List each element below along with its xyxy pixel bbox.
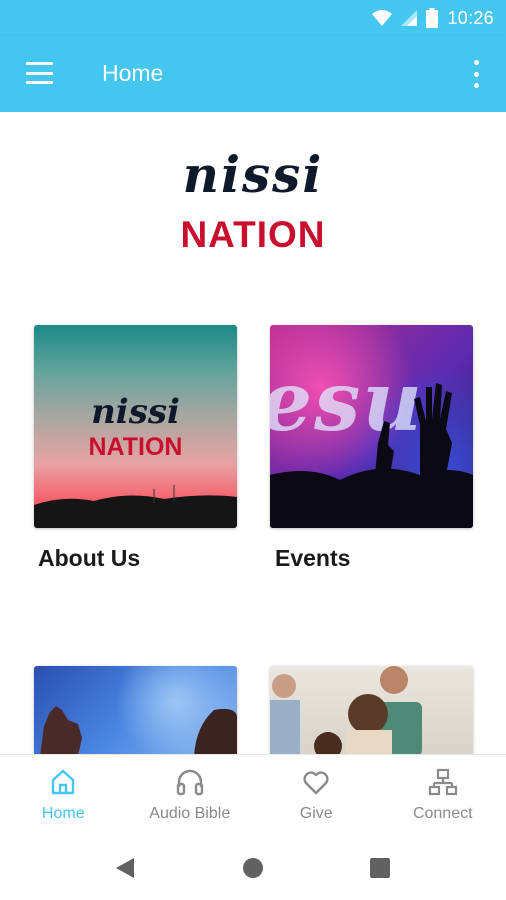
header-logo: nissi NATION xyxy=(0,112,506,298)
about-us-label[interactable]: About Us xyxy=(38,545,140,572)
system-navigation-bar xyxy=(0,836,506,900)
group-tile[interactable] xyxy=(270,666,473,756)
nav-home-label: Home xyxy=(41,805,85,822)
nav-give[interactable]: Give xyxy=(253,755,380,837)
status-bar: 10:26 xyxy=(0,0,506,36)
nav-give-label: Give xyxy=(299,805,333,822)
logo-script-text: nissi xyxy=(182,145,324,204)
status-icons: 10:26 xyxy=(372,7,494,29)
back-icon[interactable] xyxy=(114,856,136,880)
signal-icon xyxy=(401,10,418,26)
heart-icon xyxy=(303,771,329,795)
logo-nation-text: NATION xyxy=(180,214,326,255)
wifi-icon xyxy=(372,10,393,26)
worship-tile[interactable] xyxy=(34,666,237,756)
about-us-tile[interactable]: nissi NATION xyxy=(34,325,237,528)
nav-audio-bible-label: Audio Bible xyxy=(149,805,231,822)
page-title: Home xyxy=(102,60,164,86)
worship-hands-image xyxy=(40,706,237,756)
more-vert-icon[interactable] xyxy=(472,60,480,88)
app-screen: 10:26 Home nissi NATION nissi NATION Abo… xyxy=(0,0,506,900)
headphones-icon xyxy=(176,769,203,796)
app-bar: Home xyxy=(0,36,506,112)
hamburger-menu-icon[interactable] xyxy=(26,62,54,84)
nav-connect-label: Connect xyxy=(412,805,473,822)
events-label[interactable]: Events xyxy=(275,545,350,572)
tile-logo-script: nissi xyxy=(91,392,180,432)
nav-home[interactable]: Home xyxy=(0,755,127,837)
home-circle-icon[interactable] xyxy=(242,856,264,880)
nav-audio-bible[interactable]: Audio Bible xyxy=(127,755,254,837)
battery-icon xyxy=(426,8,439,28)
events-tile[interactable]: esu xyxy=(270,325,473,528)
home-icon xyxy=(52,769,75,795)
bottom-navigation: Home Audio Bible Give Connect xyxy=(0,754,506,836)
network-icon xyxy=(428,768,457,796)
status-time: 10:26 xyxy=(447,7,494,28)
recents-icon[interactable] xyxy=(369,856,391,880)
people-group-image xyxy=(270,666,422,756)
tile-logo-nation: NATION xyxy=(88,433,183,461)
nav-connect[interactable]: Connect xyxy=(380,755,506,837)
raised-hands-image xyxy=(270,383,473,528)
